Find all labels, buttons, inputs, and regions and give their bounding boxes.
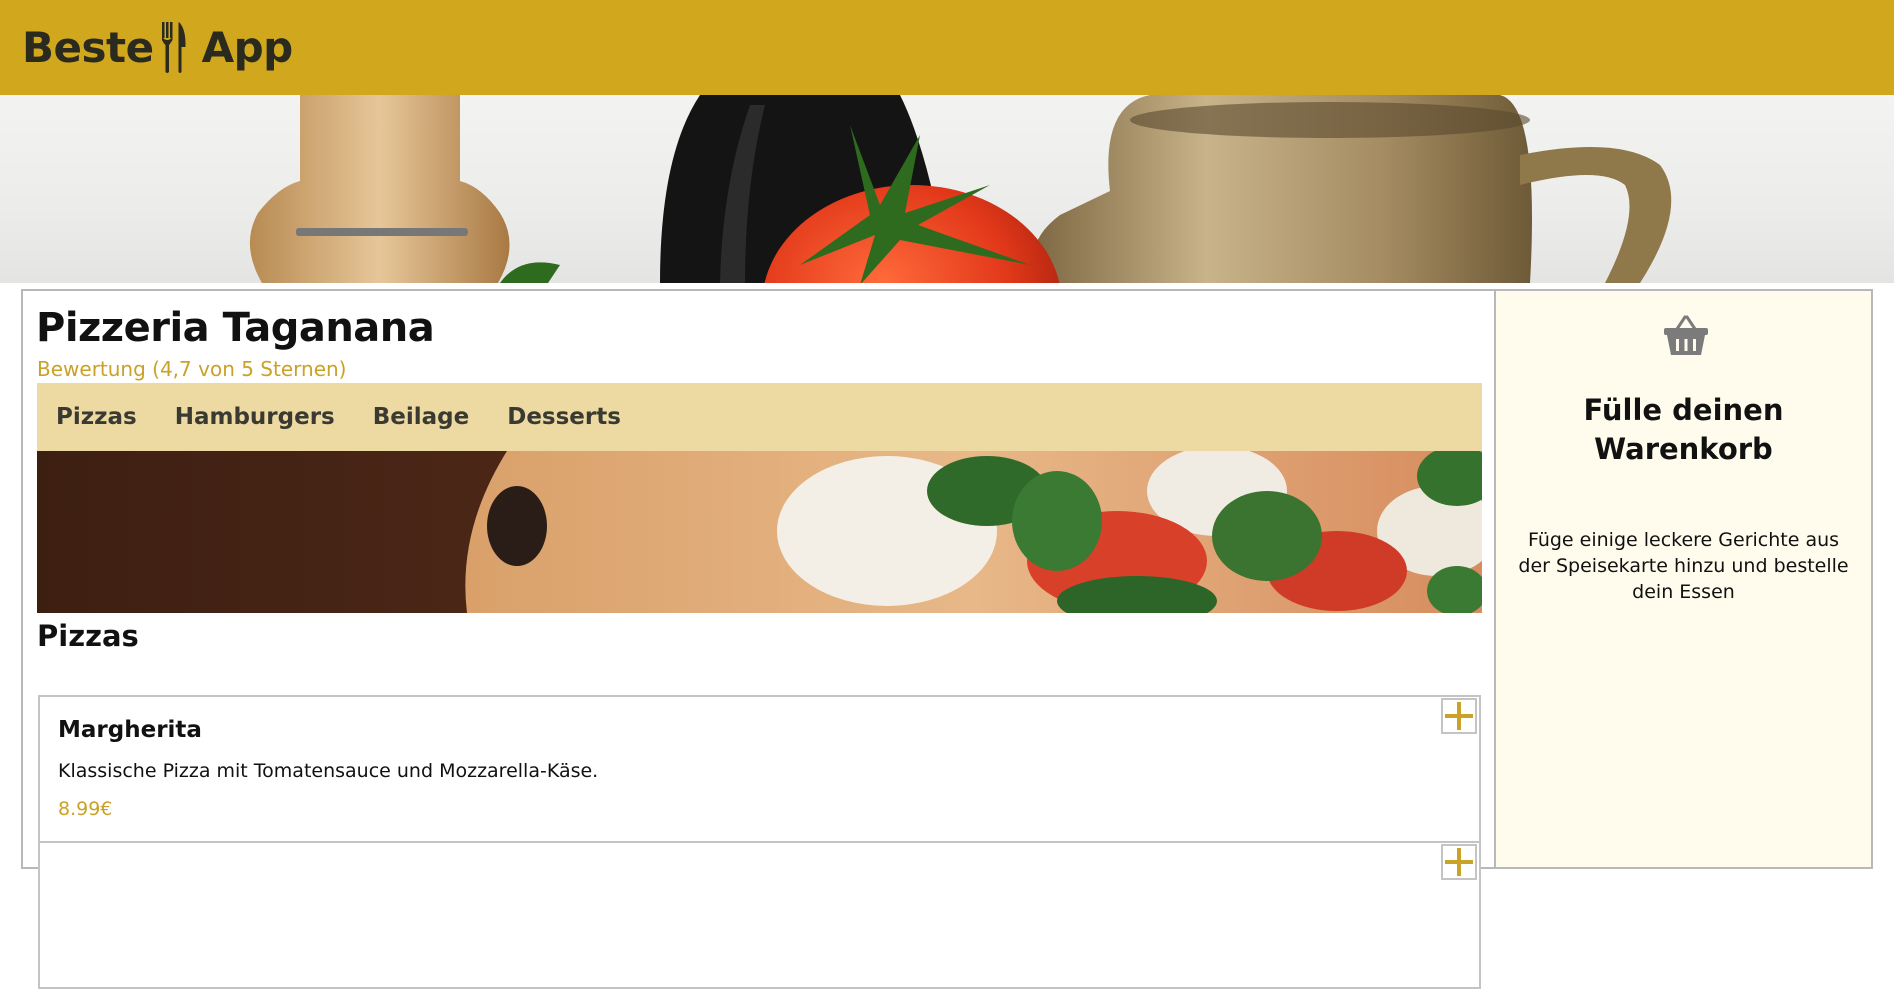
category-tab-desserts[interactable]: Desserts <box>507 404 621 430</box>
app-logo[interactable]: Beste App <box>22 21 293 75</box>
logo-text-right: App <box>201 23 294 72</box>
menu-item[interactable] <box>38 841 1481 989</box>
restaurant-name: Pizzeria Taganana <box>36 305 435 351</box>
hero-photo <box>249 95 1672 283</box>
menu-item[interactable]: Margherita Klassische Pizza mit Tomatens… <box>38 695 1481 843</box>
menu-item-name: Margherita <box>58 717 202 743</box>
app-header: Beste App <box>0 0 1894 95</box>
basket-title: Fülle deinen Warenkorb <box>1583 393 1784 466</box>
category-nav: Pizzas Hamburgers Beilage Desserts <box>37 383 1482 451</box>
restaurant-menu: Pizzeria Taganana Bewertung (4,7 von 5 S… <box>21 289 1494 989</box>
basket-icon <box>1664 315 1708 355</box>
add-to-basket-button[interactable] <box>1441 844 1477 880</box>
hero-image <box>0 95 1894 283</box>
section-title: Pizzas <box>37 619 139 653</box>
menu-item-price: 8.99€ <box>58 798 113 820</box>
plus-icon <box>1445 702 1473 730</box>
plus-icon <box>1445 848 1473 876</box>
add-to-basket-button[interactable] <box>1441 698 1477 734</box>
category-tab-beilage[interactable]: Beilage <box>373 404 469 430</box>
restaurant-rating: Bewertung (4,7 von 5 Sternen) <box>37 357 347 381</box>
logo-text-left: Beste <box>22 23 154 72</box>
pizza-photo <box>37 451 1482 613</box>
category-tab-hamburgers[interactable]: Hamburgers <box>175 404 335 430</box>
category-banner-image <box>37 451 1482 613</box>
cutlery-icon <box>161 21 186 73</box>
basket-empty-text: Füge einige leckere Gerichte aus der Spe… <box>1518 529 1849 603</box>
category-tab-pizzas[interactable]: Pizzas <box>56 404 137 430</box>
basket-panel: Fülle deinen Warenkorb Füge einige lecke… <box>1494 289 1873 869</box>
menu-item-description: Klassische Pizza mit Tomatensauce und Mo… <box>58 760 599 782</box>
